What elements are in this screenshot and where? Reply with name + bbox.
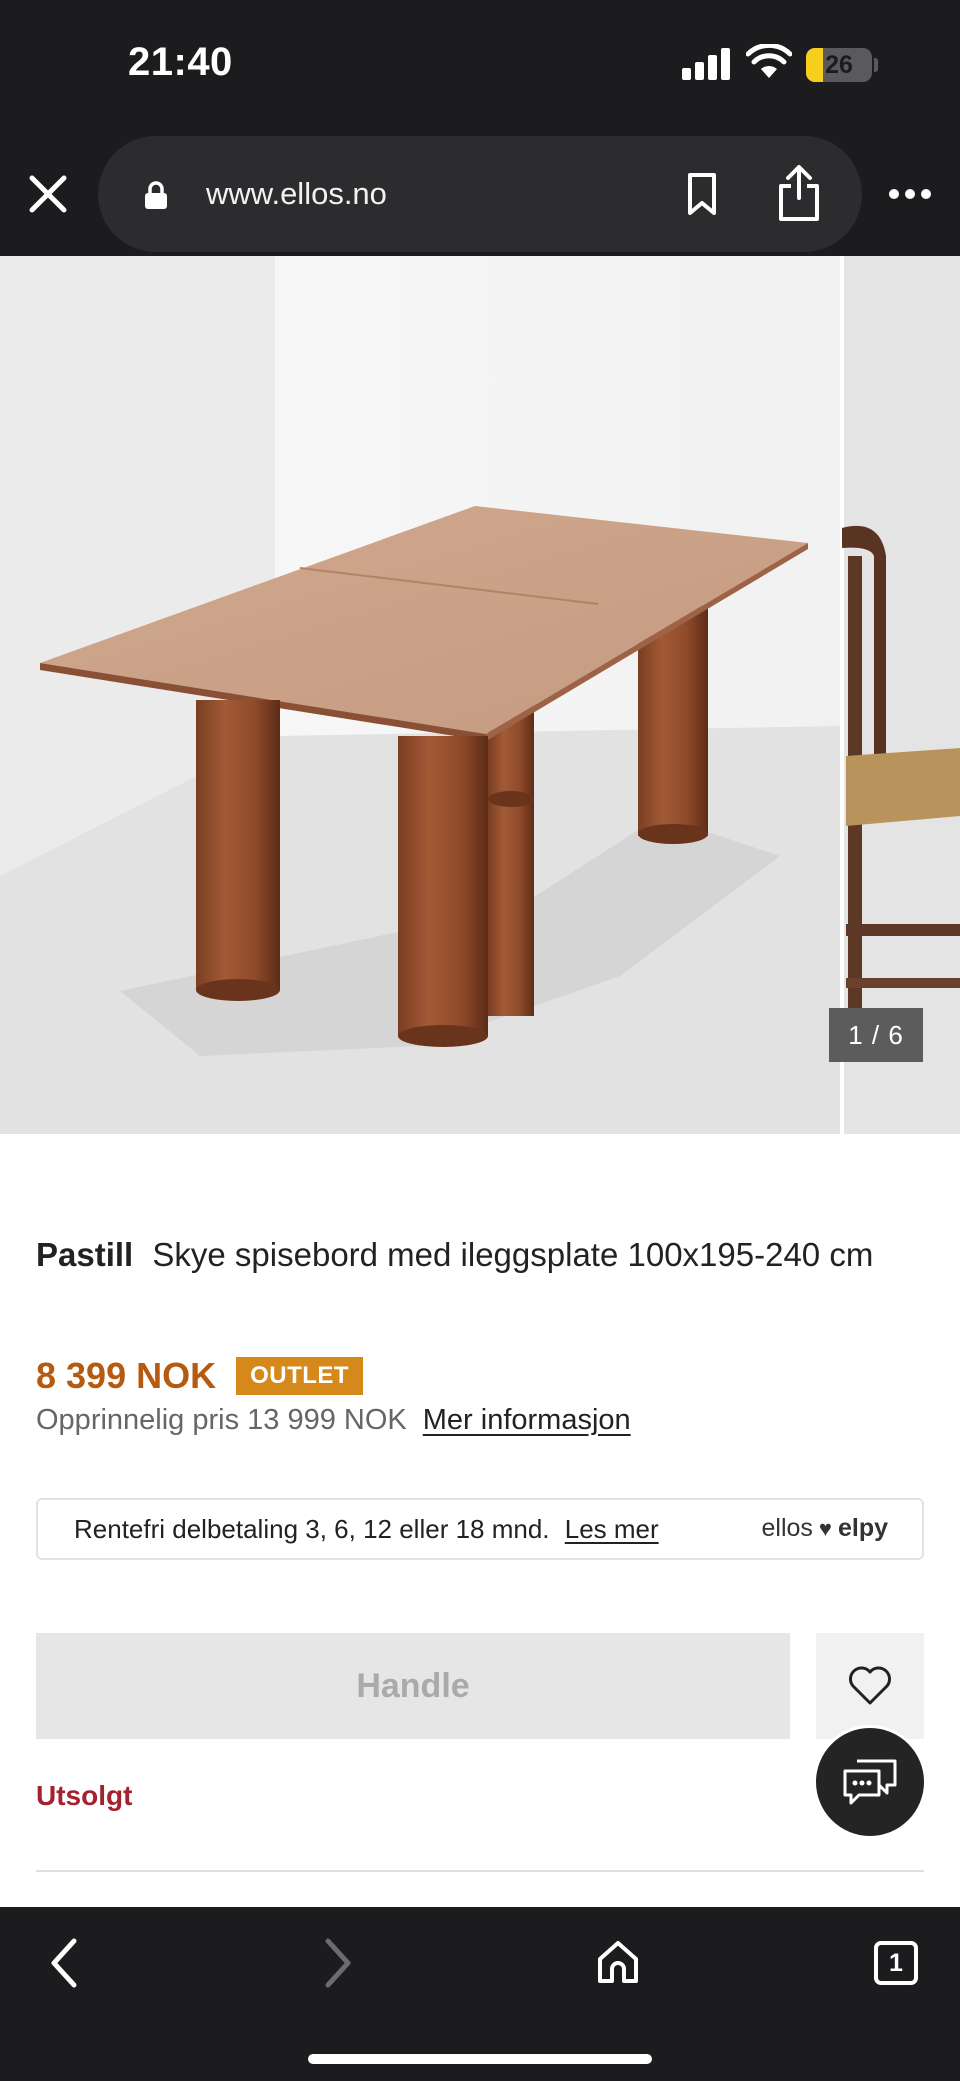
original-price: Opprinnelig pris 13 999 NOK (36, 1404, 407, 1436)
price-row: 8 399 NOK OUTLET (36, 1354, 364, 1398)
battery-percent: 26 (825, 50, 853, 79)
chat-icon (843, 1759, 897, 1805)
home-icon[interactable] (596, 1939, 640, 1985)
buy-button[interactable]: Handle (36, 1633, 790, 1739)
read-more-link[interactable]: Les mer (565, 1514, 659, 1544)
battery-icon: 26 (806, 48, 872, 82)
chat-button[interactable] (816, 1728, 924, 1836)
financing-banner[interactable]: Rentefri delbetaling 3, 6, 12 eller 18 m… (36, 1498, 924, 1560)
tab-count: 1 (889, 1948, 903, 1977)
product-brand[interactable]: Pastill (36, 1236, 133, 1273)
original-price-row: Opprinnelig pris 13 999 NOK Mer informas… (36, 1404, 631, 1437)
bookmark-icon[interactable] (682, 172, 722, 216)
close-icon[interactable] (24, 170, 72, 218)
outlet-badge: OUTLET (236, 1357, 364, 1395)
product-image[interactable] (0, 256, 960, 1134)
share-icon[interactable] (776, 164, 822, 222)
browser-bottom-bar: 1 (0, 1907, 960, 2081)
logo-ellos: ellos (761, 1514, 813, 1542)
browser-top-bar: 21:40 26 www.ellos.no (0, 0, 960, 256)
ellos-elpy-logo: ellos ♥ elpy (761, 1514, 888, 1543)
heart-icon: ♥ (818, 1515, 832, 1541)
wifi-icon (746, 44, 792, 78)
financing-text-wrap: Rentefri delbetaling 3, 6, 12 eller 18 m… (74, 1514, 659, 1545)
tabs-button[interactable]: 1 (874, 1941, 918, 1985)
more-icon[interactable] (888, 188, 932, 200)
financing-text: Rentefri delbetaling 3, 6, 12 eller 18 m… (74, 1514, 550, 1544)
product-title: Pastill Skye spisebord med ileggsplate 1… (36, 1228, 916, 1282)
product-name: Skye spisebord med ileggsplate 100x195-2… (152, 1236, 874, 1273)
battery-tip (874, 58, 878, 72)
favorite-button[interactable] (816, 1633, 924, 1739)
gallery-counter: 1 / 6 (829, 1008, 923, 1062)
home-indicator (308, 2054, 652, 2064)
cellular-signal-icon (682, 46, 732, 80)
url-text[interactable]: www.ellos.no (206, 176, 387, 212)
sold-out-label: Utsolgt (36, 1780, 133, 1811)
section-divider (36, 1870, 924, 1872)
logo-elpy: elpy (837, 1514, 888, 1542)
lock-icon (145, 181, 167, 209)
more-info-link[interactable]: Mer informasjon (423, 1404, 631, 1437)
table-photo (0, 256, 960, 1134)
status-time: 21:40 (128, 40, 233, 84)
back-icon[interactable] (46, 1937, 82, 1989)
forward-icon[interactable] (320, 1937, 356, 1989)
heart-outline-icon (849, 1666, 891, 1705)
product-price: 8 399 NOK (36, 1355, 217, 1396)
